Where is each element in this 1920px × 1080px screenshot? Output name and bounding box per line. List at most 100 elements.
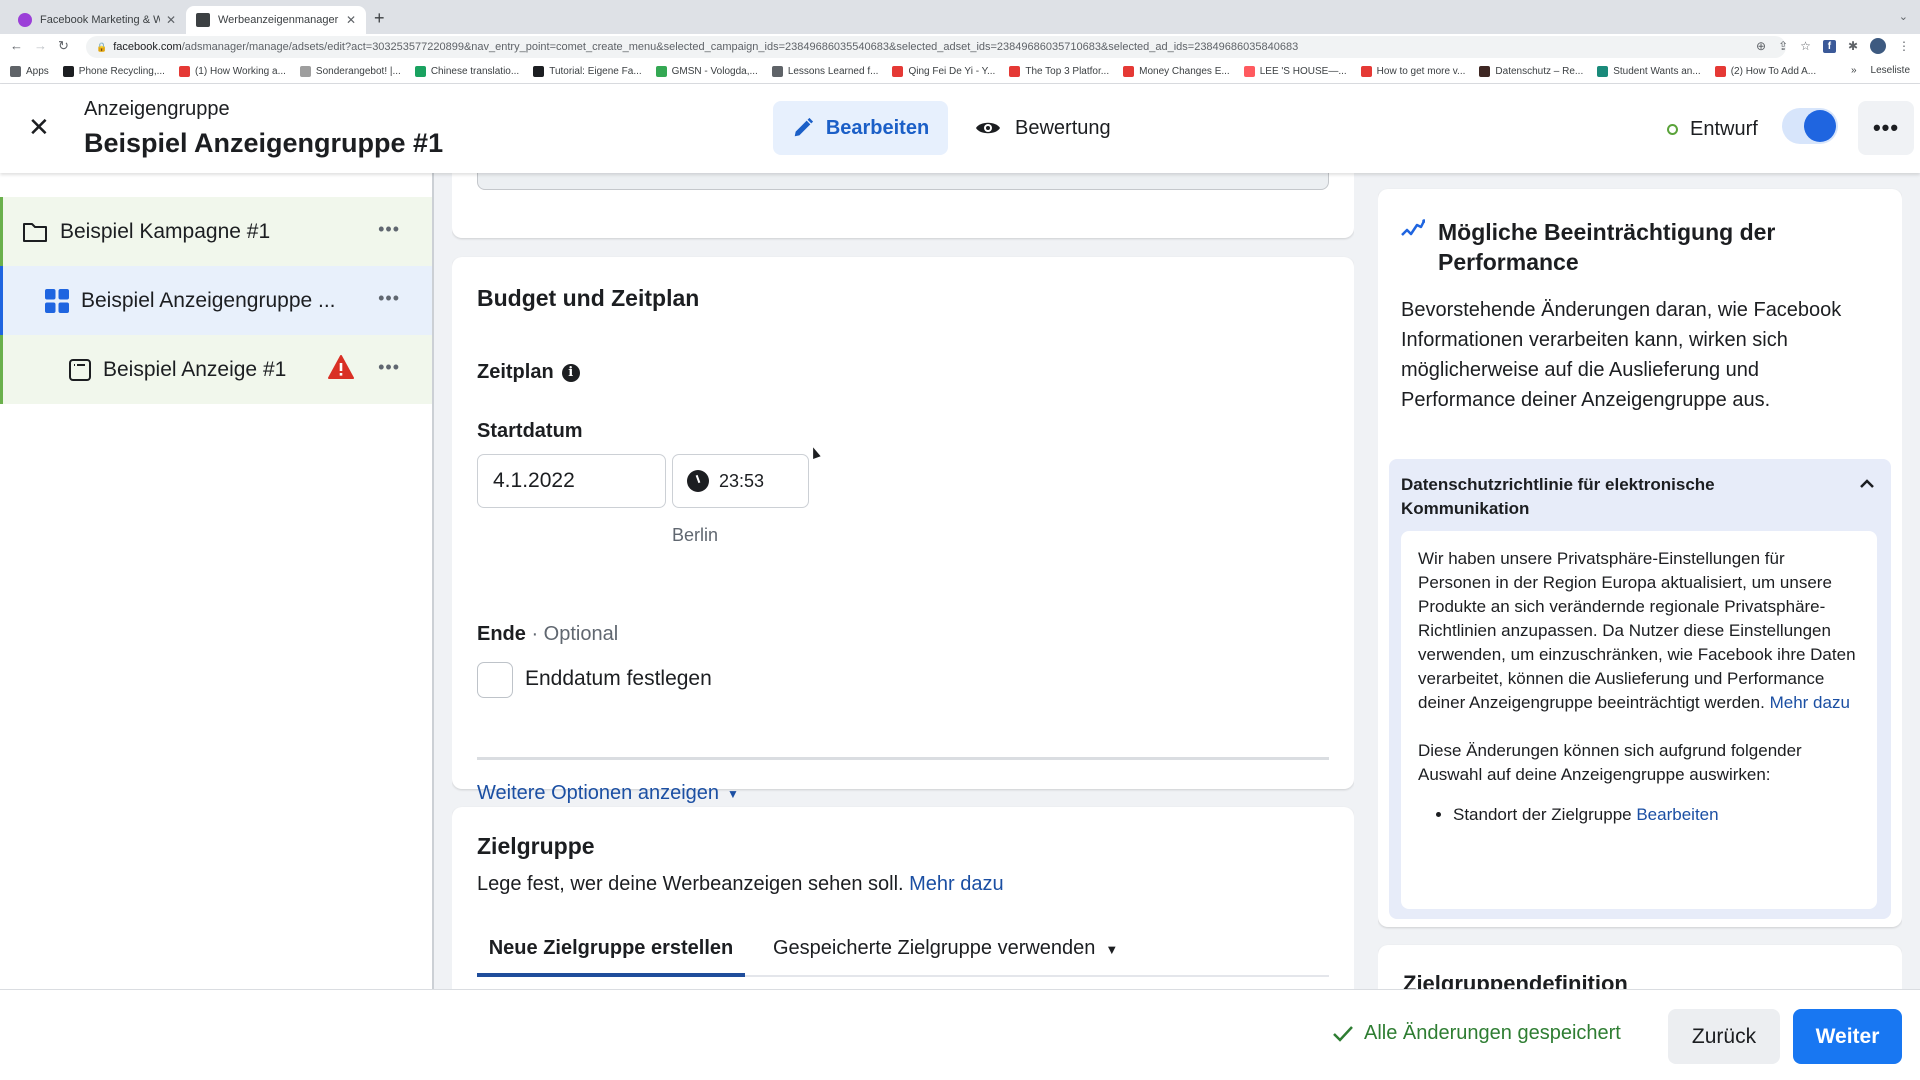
folder-icon: [23, 222, 47, 242]
timezone-label: Berlin: [672, 525, 719, 545]
browser-tab[interactable]: Facebook Marketing & Werbea ✕: [8, 6, 186, 34]
caret-down-icon: ▼: [727, 786, 739, 801]
bookmark-item[interactable]: (1) How Working a...: [178, 66, 286, 77]
bookmark-favicon-icon: [1479, 66, 1491, 77]
start-date-label: Startdatum: [477, 420, 583, 442]
end-label-text: Ende: [477, 623, 526, 645]
bookmark-item[interactable]: Tutorial: Eigene Fa...: [533, 66, 642, 77]
close-icon[interactable]: ✕: [28, 114, 50, 140]
edit-label: Bearbeiten: [825, 116, 930, 139]
learn-more-link[interactable]: Mehr dazu: [909, 873, 1004, 895]
audience-tabs: Neue Zielgruppe erstellen Gespeicherte Z…: [477, 927, 1329, 977]
bookmark-favicon-icon: [1009, 66, 1021, 77]
checkmark-icon: [1333, 1025, 1353, 1042]
affected-list: Standort der Zielgruppe Bearbeiten: [1453, 803, 1860, 827]
tree-item-ad[interactable]: Beispiel Anzeige #1 •••: [0, 335, 432, 404]
tab-saved-audience-label: Gespeicherte Zielgruppe verwenden: [773, 937, 1096, 959]
bookmark-favicon-icon: [533, 66, 545, 77]
accordion-title[interactable]: Datenschutzrichtlinie für elektronische …: [1401, 473, 1821, 521]
performance-chart-icon: [1401, 219, 1425, 236]
more-options-button[interactable]: •••: [1858, 101, 1914, 155]
previous-field[interactable]: [477, 173, 1329, 190]
new-tab-icon[interactable]: +: [374, 8, 385, 29]
learn-more-link[interactable]: Mehr dazu: [1770, 693, 1850, 712]
facebook-extension-icon[interactable]: f: [1822, 39, 1836, 53]
bookmarks-overflow-icon[interactable]: »: [1851, 65, 1857, 76]
bookmark-label: Apps: [26, 66, 49, 77]
info-icon[interactable]: i: [561, 363, 580, 382]
address-bar[interactable]: 🔒 facebook.com/adsmanager/manage/adsets/…: [86, 36, 1786, 58]
tree-item-adset[interactable]: Beispiel Anzeigengruppe ... •••: [0, 266, 432, 335]
bookmark-item[interactable]: The Top 3 Platfor...: [1009, 66, 1109, 77]
bookmark-item[interactable]: (2) How To Add A...: [1714, 66, 1817, 77]
reload-icon[interactable]: ↻: [58, 38, 69, 54]
bookmark-item[interactable]: Sonderangebot! |...: [299, 66, 401, 77]
status-label: Entwurf: [1690, 118, 1758, 140]
end-date-checkbox[interactable]: [477, 662, 513, 698]
bookmark-item[interactable]: How to get more v...: [1360, 66, 1465, 77]
bookmark-label: (2) How To Add A...: [1730, 66, 1817, 77]
active-toggle[interactable]: [1782, 108, 1838, 144]
bookmark-item[interactable]: Phone Recycling,...: [62, 66, 165, 77]
adset-grid-icon: [45, 288, 69, 313]
optional-label: · Optional: [525, 623, 619, 645]
bookmark-label: Sonderangebot! |...: [315, 66, 401, 77]
zoom-icon[interactable]: ⊕: [1756, 39, 1766, 53]
bookmark-item[interactable]: Money Changes E...: [1123, 66, 1230, 77]
next-button[interactable]: Weiter: [1793, 1009, 1902, 1064]
review-mode-button[interactable]: Bewertung: [975, 101, 1111, 155]
bookmark-star-icon[interactable]: ☆: [1800, 39, 1811, 53]
bookmark-label: LEE 'S HOUSE—...: [1259, 66, 1347, 77]
bookmark-label: Qing Fei De Yi - Y...: [908, 66, 996, 77]
bookmark-item[interactable]: GMSN - Vologda,...: [655, 66, 758, 77]
start-date-input[interactable]: 4.1.2022: [477, 454, 666, 508]
browser-tab-active[interactable]: Werbeanzeigenmanager - Wer ✕: [186, 6, 366, 34]
bookmark-favicon-icon: [892, 66, 904, 77]
edit-location-link[interactable]: Bearbeiten: [1636, 805, 1718, 824]
ad-window-icon: [69, 358, 91, 381]
bookmark-item[interactable]: Qing Fei De Yi - Y...: [892, 66, 995, 77]
more-options-link[interactable]: Weitere Optionen anzeigen ▼: [477, 782, 739, 805]
bookmark-item[interactable]: Datenschutz – Re...: [1479, 66, 1583, 77]
more-dots-icon: •••: [1872, 115, 1900, 140]
item-more-icon[interactable]: •••: [378, 288, 400, 309]
extensions-puzzle-icon[interactable]: ✱: [1848, 39, 1858, 53]
bookmark-favicon-icon: [1243, 66, 1255, 77]
bookmark-favicon-icon: [178, 66, 190, 77]
forward-arrow-icon[interactable]: →: [34, 38, 47, 53]
bookmark-item[interactable]: Lessons Learned f...: [771, 66, 878, 77]
share-icon[interactable]: ⇪: [1778, 39, 1788, 53]
back-arrow-icon[interactable]: ←: [10, 38, 23, 53]
apps-bookmark[interactable]: Apps: [10, 66, 49, 77]
reading-list[interactable]: » Leseliste: [1851, 65, 1910, 76]
tab-saved-audience[interactable]: Gespeicherte Zielgruppe verwenden ▼: [773, 927, 1118, 977]
save-status-text: Alle Änderungen gespeichert: [1364, 1022, 1621, 1044]
browser-menu-icon[interactable]: ⋮: [1898, 39, 1910, 53]
tab-search-chevron-icon[interactable]: ⌄: [1899, 10, 1908, 23]
tab-new-audience[interactable]: Neue Zielgruppe erstellen: [477, 927, 745, 977]
toggle-knob: [1804, 110, 1836, 142]
page-title: Beispiel Anzeigengruppe #1: [84, 128, 444, 158]
close-tab-icon[interactable]: ✕: [346, 13, 356, 27]
tab-favicon-icon: [196, 13, 210, 27]
bookmark-label: Chinese translatio...: [430, 66, 520, 77]
url-host: facebook.com: [113, 41, 182, 53]
start-time-input[interactable]: 23:53: [672, 454, 809, 508]
end-date-checkbox-label[interactable]: Enddatum festlegen: [525, 667, 712, 691]
bookmarks-bar: Apps Phone Recycling,... (1) How Working a…: [0, 60, 1920, 84]
bookmark-favicon-icon: [1360, 66, 1372, 77]
profile-avatar[interactable]: [1870, 38, 1886, 54]
back-button[interactable]: Zurück: [1668, 1009, 1780, 1064]
bookmark-item[interactable]: LEE 'S HOUSE—...: [1243, 66, 1347, 77]
bookmark-item[interactable]: Student Wants an...: [1597, 66, 1701, 77]
close-tab-icon[interactable]: ✕: [166, 13, 176, 27]
item-more-icon[interactable]: •••: [378, 219, 400, 240]
tree-item-campaign[interactable]: Beispiel Kampagne #1 •••: [0, 197, 432, 266]
bookmark-favicon-icon: [771, 66, 783, 77]
bookmark-favicon-icon: [1123, 66, 1135, 77]
edit-mode-button[interactable]: Bearbeiten: [773, 101, 948, 155]
bookmark-favicon-icon: [655, 66, 667, 77]
item-more-icon[interactable]: •••: [378, 357, 400, 378]
chevron-up-icon[interactable]: [1859, 479, 1875, 489]
bookmark-item[interactable]: Chinese translatio...: [414, 66, 520, 77]
